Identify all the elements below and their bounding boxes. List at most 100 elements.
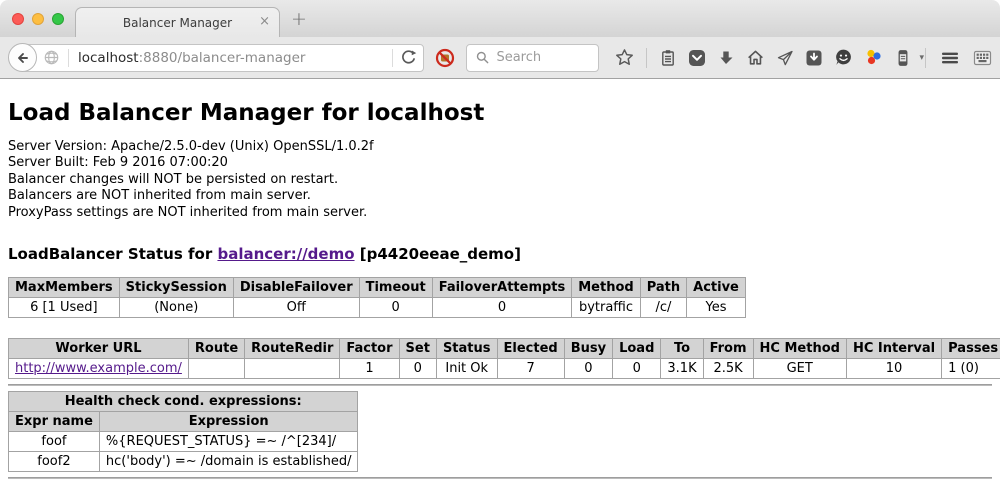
back-button[interactable] bbox=[8, 43, 37, 72]
column-header: Status bbox=[436, 339, 497, 359]
column-header: Method bbox=[572, 278, 640, 298]
pocket-icon[interactable] bbox=[688, 49, 706, 67]
server-info: Server Version: Apache/2.5.0-dev (Unix) … bbox=[8, 139, 992, 221]
tab-close-icon[interactable]: × bbox=[259, 14, 270, 30]
column-header: Route bbox=[188, 339, 244, 359]
content-blocked-button[interactable] bbox=[435, 48, 455, 68]
colored-dots-icon[interactable] bbox=[864, 48, 883, 67]
worker-url-link[interactable]: http://www.example.com/ bbox=[15, 361, 182, 376]
column-header: From bbox=[703, 339, 753, 359]
worker-header-row: Worker URL Route RouteRedir Factor Set S… bbox=[9, 339, 1000, 359]
column-header: HC Method bbox=[753, 339, 846, 359]
column-header: FailoverAttempts bbox=[432, 278, 572, 298]
clipboard-icon[interactable] bbox=[659, 49, 677, 67]
tab-title: Balancer Manager bbox=[123, 16, 232, 30]
urlbar-divider bbox=[68, 49, 69, 67]
health-header-row: Expr name Expression bbox=[9, 412, 358, 432]
cell-failoverattempts: 0 bbox=[432, 298, 572, 318]
cell-routeredir bbox=[245, 359, 340, 379]
close-window-button[interactable] bbox=[12, 13, 24, 25]
smiley-bubble-icon[interactable] bbox=[834, 48, 853, 67]
toolbar-right bbox=[924, 48, 992, 68]
health-check-table: Health check cond. expressions: Expr nam… bbox=[8, 391, 358, 472]
cell-route bbox=[188, 359, 244, 379]
window-controls bbox=[12, 13, 64, 25]
cell-expr-name: foof2 bbox=[9, 452, 100, 472]
persist-note-line: Balancer changes will NOT be persisted o… bbox=[8, 172, 992, 188]
server-built-line: Server Built: Feb 9 2016 07:00:20 bbox=[8, 155, 992, 171]
toolbar-divider bbox=[925, 48, 926, 68]
download-box-icon[interactable] bbox=[805, 49, 823, 67]
column-header: Path bbox=[640, 278, 686, 298]
cell-passes: 1 (0) bbox=[942, 359, 1000, 379]
health-table-title: Health check cond. expressions: bbox=[9, 392, 358, 412]
column-header: Worker URL bbox=[9, 339, 189, 359]
url-text: localhost:8880/balancer-manager bbox=[78, 50, 305, 66]
column-header: Load bbox=[613, 339, 661, 359]
column-header: MaxMembers bbox=[9, 278, 120, 298]
reload-button[interactable] bbox=[393, 49, 423, 66]
url-host: localhost bbox=[78, 50, 139, 66]
send-plane-icon[interactable] bbox=[776, 49, 794, 67]
zoom-window-button[interactable] bbox=[52, 13, 64, 25]
cell-active: Yes bbox=[687, 298, 746, 318]
cell-to: 3.1K bbox=[661, 359, 703, 379]
health-data-row: foof2 hc('body') =~ /domain is establish… bbox=[9, 452, 358, 472]
server-version-line: Server Version: Apache/2.5.0-dev (Unix) … bbox=[8, 139, 992, 155]
keyboard-grid-icon[interactable] bbox=[973, 49, 992, 67]
status-suffix: [p4420eeae_demo] bbox=[355, 245, 521, 263]
worker-table: Worker URL Route RouteRedir Factor Set S… bbox=[8, 338, 1000, 379]
url-bar[interactable]: localhost:8880/balancer-manager bbox=[22, 44, 424, 72]
column-header: Set bbox=[399, 339, 436, 359]
cell-factor: 1 bbox=[340, 359, 399, 379]
titlebar: Balancer Manager × + bbox=[0, 0, 1000, 37]
url-path: :8880/balancer-manager bbox=[139, 50, 306, 66]
search-placeholder: Search bbox=[496, 50, 541, 65]
column-header: To bbox=[661, 339, 703, 359]
cell-timeout: 0 bbox=[359, 298, 432, 318]
cell-status: Init Ok bbox=[436, 359, 497, 379]
cell-stickysession: (None) bbox=[119, 298, 233, 318]
balancer-demo-link[interactable]: balancer://demo bbox=[217, 245, 354, 263]
cell-busy: 0 bbox=[564, 359, 612, 379]
bookmark-star-icon[interactable] bbox=[615, 48, 634, 67]
new-tab-button[interactable]: + bbox=[291, 8, 307, 30]
cell-expression: %{REQUEST_STATUS} =~ /^[234]/ bbox=[99, 432, 358, 452]
tab-balancer-manager[interactable]: Balancer Manager × bbox=[75, 7, 280, 37]
column-header: DisableFailover bbox=[233, 278, 359, 298]
cell-method: bytraffic bbox=[572, 298, 640, 318]
cell-disablefailover: Off bbox=[233, 298, 359, 318]
status-prefix: LoadBalancer Status for bbox=[8, 245, 217, 263]
cell-hc-method: GET bbox=[753, 359, 846, 379]
health-title-row: Health check cond. expressions: bbox=[9, 392, 358, 412]
column-header: StickySession bbox=[119, 278, 233, 298]
browser-window: Balancer Manager × + localhost:8880/bala… bbox=[0, 0, 1000, 491]
page-title: Load Balancer Manager for localhost bbox=[8, 100, 992, 126]
balancer-header-row: MaxMembers StickySession DisableFailover… bbox=[9, 278, 746, 298]
column-header: Timeout bbox=[359, 278, 432, 298]
globe-icon bbox=[43, 49, 60, 66]
page-content: Load Balancer Manager for localhost Serv… bbox=[0, 79, 1000, 491]
cell-elected: 7 bbox=[497, 359, 564, 379]
hamburger-menu-icon[interactable] bbox=[940, 49, 960, 67]
column-header: Expr name bbox=[9, 412, 100, 432]
balancer-data-row: 6 [1 Used] (None) Off 0 0 bytraffic /c/ … bbox=[9, 298, 746, 318]
column-header: Active bbox=[687, 278, 746, 298]
worker-data-row: http://www.example.com/ 1 0 Init Ok 7 0 … bbox=[9, 359, 1000, 379]
column-header: Passes bbox=[942, 339, 1000, 359]
search-bar[interactable]: Search bbox=[466, 44, 599, 72]
column-header: Elected bbox=[497, 339, 564, 359]
column-header: Expression bbox=[99, 412, 358, 432]
back-icon bbox=[14, 49, 32, 67]
cell-from: 2.5K bbox=[703, 359, 753, 379]
page-bottom-divider bbox=[8, 477, 992, 479]
section-divider bbox=[8, 384, 992, 386]
download-arrow-icon[interactable] bbox=[717, 49, 735, 67]
device-battery-icon[interactable] bbox=[894, 49, 912, 67]
cell-load: 0 bbox=[613, 359, 661, 379]
cell-set: 0 bbox=[399, 359, 436, 379]
content-blocked-icon bbox=[435, 48, 455, 68]
minimize-window-button[interactable] bbox=[32, 13, 44, 25]
home-icon[interactable] bbox=[746, 48, 765, 67]
column-header: Factor bbox=[340, 339, 399, 359]
